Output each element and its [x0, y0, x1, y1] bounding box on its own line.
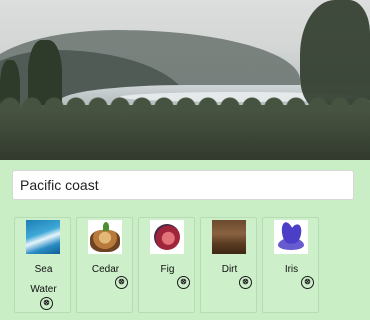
sea-wave-image — [26, 220, 60, 254]
title-input[interactable]: Pacific coast — [12, 170, 354, 200]
iris-flower-image — [274, 220, 308, 254]
shrubs — [0, 93, 370, 160]
card-dirt[interactable]: Dirt ⊗ — [200, 217, 257, 313]
sprout — [103, 222, 109, 231]
remove-icon[interactable]: ⊗ — [115, 276, 128, 289]
card-label-line1: Sea — [34, 264, 53, 275]
cedar-stump-image — [88, 220, 122, 254]
hero-photo — [0, 0, 370, 160]
remove-icon[interactable]: ⊗ — [239, 276, 252, 289]
stump — [90, 230, 120, 252]
fig-fruit — [154, 224, 180, 250]
fig-fruit-image — [150, 220, 184, 254]
card-sea-water[interactable]: Sea Water ⊗ — [14, 217, 71, 313]
remove-icon[interactable]: ⊗ — [177, 276, 190, 289]
card-iris[interactable]: Iris ⊗ — [262, 217, 319, 313]
remove-icon[interactable]: ⊗ — [301, 276, 314, 289]
card-list: Sea Water ⊗ Cedar ⊗ Fig ⊗ Dirt ⊗ Iris ⊗ — [14, 217, 370, 313]
petal — [278, 238, 304, 250]
card-cedar[interactable]: Cedar ⊗ — [76, 217, 133, 313]
remove-icon[interactable]: ⊗ — [40, 297, 53, 310]
card-fig[interactable]: Fig ⊗ — [138, 217, 195, 313]
dirt-image — [212, 220, 246, 254]
card-label: Sea Water — [15, 260, 72, 300]
